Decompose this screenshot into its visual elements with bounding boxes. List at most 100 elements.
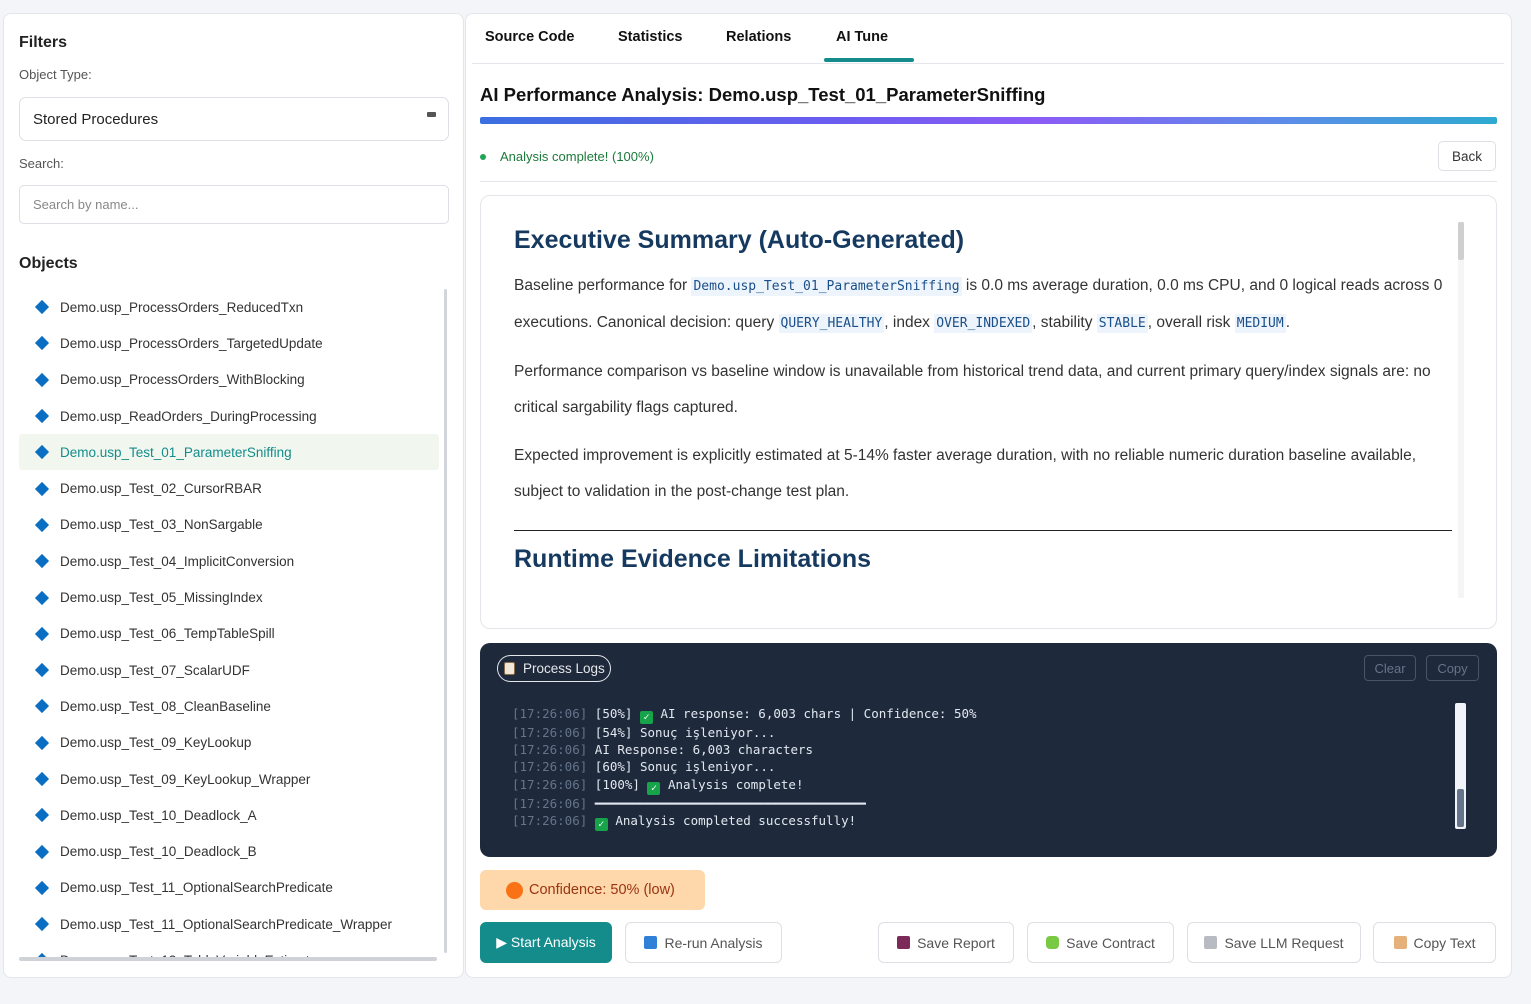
log-line: [17:26:06] [100%] ✓ Analysis complete! [512,776,977,795]
floppy-disk-icon [897,936,911,949]
object-type-select[interactable]: Stored Procedures [19,97,449,141]
logs-scrollbar[interactable] [1455,703,1466,829]
log-timestamp: [17:26:06] [512,812,588,828]
query-status-code: QUERY_HEALTHY [778,314,885,333]
start-analysis-button[interactable]: ▶ Start Analysis [480,922,612,963]
section-divider [514,530,1452,531]
object-list-item[interactable]: Demo.usp_ProcessOrders_TargetedUpdate [19,325,439,361]
object-name: Demo.usp_Test_10_Deadlock_B [60,844,257,860]
summary-paragraph-3: Expected improvement is explicitly estim… [514,447,1417,500]
object-name: Demo.usp_Test_08_CleanBaseline [60,698,271,714]
object-name: Demo.usp_ProcessOrders_WithBlocking [60,372,305,388]
object-list-item[interactable]: Demo.usp_ProcessOrders_WithBlocking [19,362,439,398]
diamond-icon [34,517,50,532]
object-list-item[interactable]: Demo.usp_Test_02_CursorRBAR [19,470,439,506]
rerun-analysis-button[interactable]: Re-run Analysis [625,922,782,963]
object-list-item[interactable]: Demo.usp_Test_12_TableVariableEstimate [19,942,439,957]
object-list-item[interactable]: Demo.usp_Test_10_Deadlock_A [19,797,439,833]
summary-paragraph-1: Baseline performance for Demo.usp_Test_0… [514,277,1443,333]
clear-logs-button[interactable]: Clear [1364,655,1416,681]
report-viewer[interactable]: Executive Summary (Auto-Generated) Basel… [480,195,1497,629]
logs-scroll-thumb[interactable] [1457,789,1464,827]
diamond-icon [34,300,50,315]
chevron-down-icon [427,112,436,117]
objects-title: Objects [19,255,78,272]
object-list-item[interactable]: Demo.usp_Test_09_KeyLookup_Wrapper [19,761,439,797]
object-list-item[interactable]: Demo.usp_Test_01_ParameterSniffing [19,434,439,471]
report-scrollbar[interactable] [1458,222,1464,598]
object-list-item[interactable]: Demo.usp_Test_11_OptionalSearchPredicate [19,870,439,906]
diamond-icon [34,590,50,605]
object-name: Demo.usp_Test_01_ParameterSniffing [60,444,292,460]
page-title: AI Performance Analysis: Demo.usp_Test_0… [480,84,1046,105]
filters-title: Filters [19,34,68,51]
diamond-icon [34,844,50,859]
object-list-item[interactable]: Demo.usp_Test_07_ScalarUDF [19,652,439,688]
log-text: AI Response: 6,003 characters [594,742,814,758]
objects-scrollbar-vertical[interactable] [444,289,447,953]
diamond-icon [34,771,50,787]
copy-text-button[interactable]: Copy Text [1373,922,1496,963]
object-type-label: Object Type: [19,67,92,82]
tab-statistics[interactable]: Statistics [618,29,682,45]
object-list-item[interactable]: Demo.usp_Test_09_KeyLookup [19,725,439,761]
object-list-item[interactable]: Demo.usp_Test_10_Deadlock_B [19,833,439,869]
clipboard-icon [504,662,515,675]
object-name: Demo.usp_Test_05_MissingIndex [60,590,263,606]
document-icon [1204,936,1218,949]
tab-ai-tune[interactable]: AI Tune [836,29,888,45]
object-list-item[interactable]: Demo.usp_Test_03_NonSargable [19,507,439,543]
log-text: [60%] Sonuç işleniyor... [594,759,776,775]
object-type-value: Stored Procedures [33,111,159,128]
diamond-icon [34,408,50,424]
confidence-dot-icon [506,881,523,899]
tab-relations[interactable]: Relations [726,29,791,45]
object-list-item[interactable]: Demo.usp_Test_08_CleanBaseline [19,688,439,724]
object-name: Demo.usp_Test_07_ScalarUDF [60,662,250,678]
log-line: [17:26:06] ━━━━━━━━━━━━━━━━━━━━━━━━━━━━━… [512,795,977,812]
diamond-icon [34,445,50,460]
diamond-icon [34,336,50,351]
object-list-item[interactable]: Demo.usp_ReadOrders_DuringProcessing [19,398,439,434]
log-timestamp: [17:26:06] [512,742,588,758]
log-timestamp: [17:26:06] [512,706,588,721]
diamond-icon [34,554,50,569]
back-button[interactable]: Back [1438,141,1496,171]
object-list-item[interactable]: Demo.usp_Test_04_ImplicitConversion [19,543,439,579]
puzzle-icon [1046,936,1060,949]
process-logs-label: Process Logs [523,661,605,676]
diamond-icon [34,880,50,895]
save-contract-button[interactable]: Save Contract [1027,922,1174,963]
object-name: Demo.usp_Test_09_KeyLookup [60,735,252,751]
object-list-item[interactable]: Demo.usp_Test_05_MissingIndex [19,579,439,615]
object-name: Demo.usp_Test_11_OptionalSearchPredicate… [60,916,392,932]
object-name: Demo.usp_Test_02_CursorRBAR [60,481,262,497]
procedure-code: Demo.usp_Test_01_ParameterSniffing [691,277,962,296]
object-name: Demo.usp_Test_11_OptionalSearchPredicate [60,880,333,896]
log-text: [50%] [594,706,640,721]
status-dot-icon [480,153,486,160]
object-list-item[interactable]: Demo.usp_ProcessOrders_ReducedTxn [19,289,439,325]
search-input[interactable] [19,185,449,224]
log-line: [17:26:06] AI Response: 6,003 characters [512,741,977,758]
save-llm-request-button[interactable]: Save LLM Request [1187,922,1361,963]
stability-code: STABLE [1096,314,1148,333]
copy-logs-button[interactable]: Copy [1426,655,1479,681]
diamond-icon [34,699,50,714]
object-name: Demo.usp_Test_03_NonSargable [60,517,263,533]
object-list-item[interactable]: Demo.usp_Test_06_TempTableSpill [19,616,439,652]
log-line: [17:26:06] [54%] Sonuç işleniyor... [512,724,977,741]
check-icon: ✓ [594,817,608,831]
confidence-text: Confidence: 50% (low) [529,882,675,898]
filters-panel: Filters Object Type: Stored Procedures S… [3,13,464,978]
runtime-heading: Runtime Evidence Limitations [514,545,872,573]
object-list-item[interactable]: Demo.usp_Test_11_OptionalSearchPredicate… [19,906,439,942]
object-name: Demo.usp_ProcessOrders_ReducedTxn [60,299,304,315]
report-scroll-thumb[interactable] [1458,222,1464,260]
log-output[interactable]: [17:26:06] [50%] ✓ AI response: 6,003 ch… [512,705,977,831]
save-report-button[interactable]: Save Report [878,922,1014,963]
objects-scrollbar-horizontal[interactable] [19,957,437,961]
progress-bar [480,117,1497,124]
tab-source-code[interactable]: Source Code [485,29,574,45]
log-line: [17:26:06] [60%] Sonuç işleniyor... [512,758,977,775]
